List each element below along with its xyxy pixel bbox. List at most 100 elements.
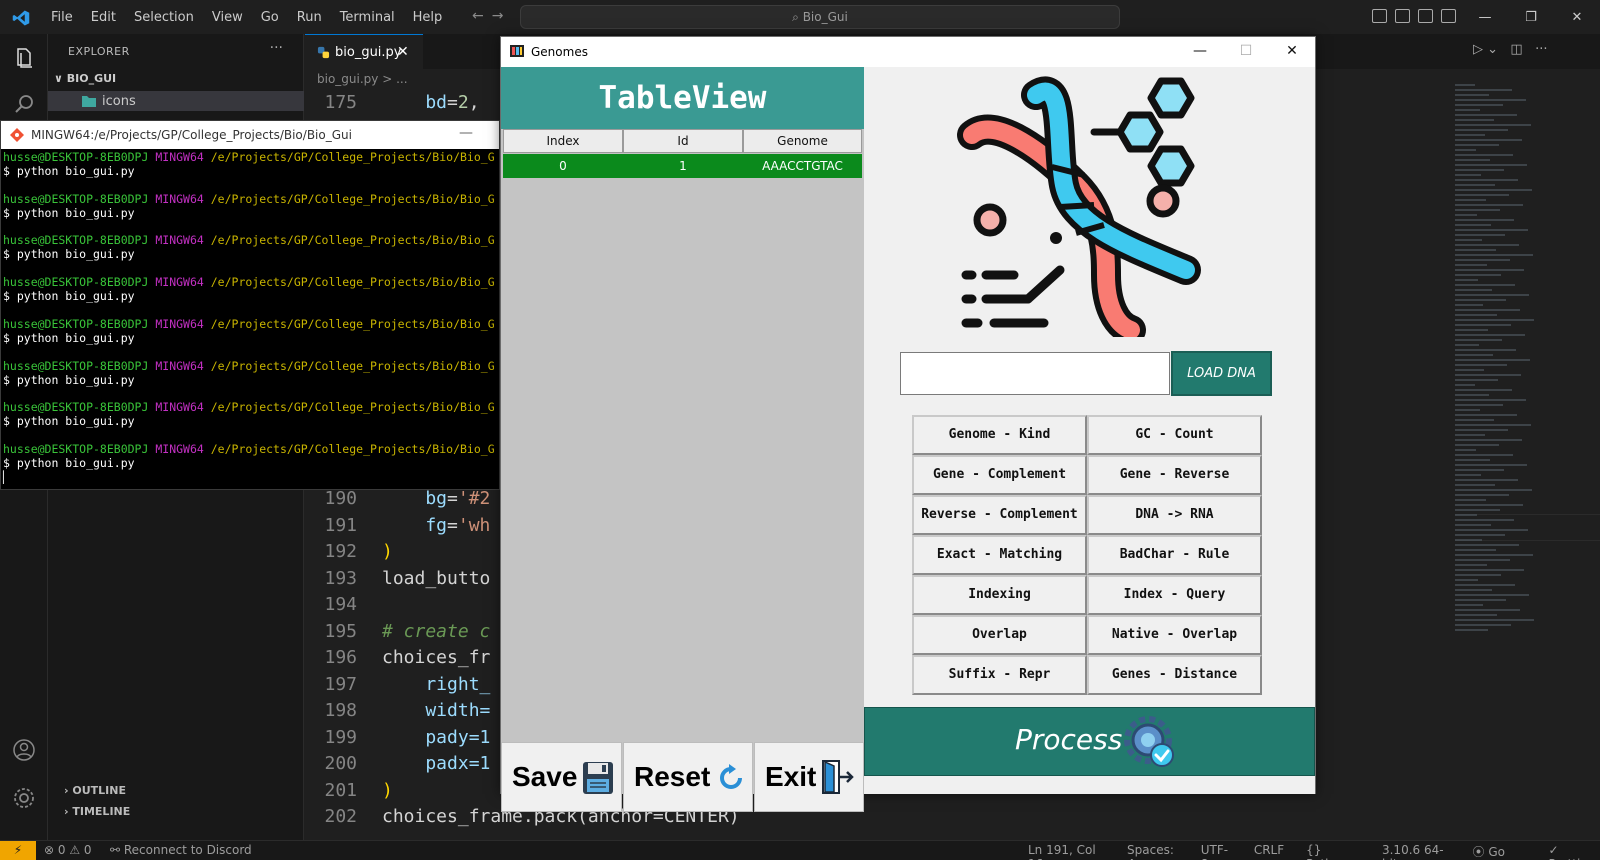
code-line: fg='wh (382, 515, 491, 536)
menu-selection[interactable]: Selection (125, 10, 203, 25)
op-reverse-complement-button[interactable]: Reverse - Complement (912, 495, 1087, 535)
command-center-search[interactable]: ⌕ Bio_Gui (520, 5, 1120, 29)
explorer-files-icon[interactable] (12, 46, 36, 70)
vscode-close-button[interactable]: ✕ (1554, 10, 1600, 25)
gear-icon[interactable] (12, 786, 36, 810)
close-button[interactable]: ✕ (1269, 37, 1315, 67)
cursor-position[interactable]: Ln 191, Col 16 (1028, 843, 1105, 860)
exit-button[interactable]: Exit (754, 742, 864, 812)
op-exact-matching-button[interactable]: Exact - Matching (912, 535, 1087, 575)
op-gene-reverse-button[interactable]: Gene - Reverse (1087, 455, 1262, 495)
op-gene-complement-button[interactable]: Gene - Complement (912, 455, 1087, 495)
minimap-line (1455, 239, 1482, 241)
language-mode[interactable]: {} Python (1306, 843, 1360, 860)
remote-indicator-icon[interactable]: ⚡ (0, 841, 36, 860)
vscode-minimize-button[interactable]: — (1462, 10, 1508, 25)
minimap-line (1455, 569, 1524, 571)
menu-terminal[interactable]: Terminal (331, 10, 404, 25)
python-interpreter[interactable]: 3.10.6 64-bit (1382, 843, 1451, 860)
op-suffix-repr-button[interactable]: Suffix - Repr (912, 655, 1087, 695)
op-genes-distance-button[interactable]: Genes - Distance (1087, 655, 1262, 695)
menu-edit[interactable]: Edit (82, 10, 125, 25)
tab-close-icon[interactable]: ✕ (397, 44, 409, 60)
save-button[interactable]: Save (501, 742, 622, 812)
app-icon (510, 45, 524, 57)
cell-index[interactable]: 0 (503, 154, 623, 178)
cell-genome[interactable]: AAACCTGTAC (743, 154, 862, 178)
op-index-query-button[interactable]: Index - Query (1087, 575, 1262, 615)
editor-actions[interactable]: ▷ ⌄ ◫ ··· (1473, 42, 1548, 57)
toggle-sidebar-icon[interactable] (1372, 9, 1387, 23)
dna-input-field[interactable] (900, 352, 1170, 395)
workspace-folder[interactable]: ∨ BIO_GUI (54, 72, 116, 85)
minimap-line (1455, 494, 1509, 496)
op-indexing-button[interactable]: Indexing (912, 575, 1087, 615)
minimap-line (1455, 174, 1481, 176)
minimize-button[interactable]: — (1177, 37, 1223, 67)
minimap-line (1455, 234, 1505, 236)
menu-view[interactable]: View (203, 10, 252, 25)
terminal-output[interactable]: husse@DESKTOP-8EB0DPJ MINGW64 /e/Project… (3, 150, 495, 485)
line-number: 194 (324, 594, 357, 615)
mintty-terminal-window[interactable]: MINGW64:/e/Projects/GP/College_Projects/… (0, 120, 500, 490)
toggle-panel-icon[interactable] (1395, 9, 1410, 23)
problems-status[interactable]: ⊗ 0 ⚠ 0 (44, 843, 92, 857)
timeline-section[interactable]: › TIMELINE (64, 805, 130, 818)
menu-help[interactable]: Help (404, 10, 452, 25)
op-dna-to-rna-button[interactable]: DNA -> RNA (1087, 495, 1262, 535)
search-icon[interactable] (12, 92, 36, 116)
tree-item-icons-folder[interactable]: icons (48, 91, 304, 111)
minimap-line (1455, 554, 1533, 556)
indentation[interactable]: Spaces: 4 (1127, 843, 1179, 860)
layout-controls[interactable] (1372, 9, 1456, 23)
minimap-line (1455, 189, 1532, 191)
tab-bio-gui[interactable]: bio_gui.py ✕ (305, 34, 423, 69)
minimap-line (1455, 159, 1490, 161)
column-header-id[interactable]: Id (623, 129, 743, 153)
minimap-line (1455, 609, 1520, 611)
op-genome-kind-button[interactable]: Genome - Kind (912, 415, 1087, 455)
account-icon[interactable] (12, 738, 36, 762)
column-header-genome[interactable]: Genome (743, 129, 862, 153)
op-gc-count-button[interactable]: GC - Count (1087, 415, 1262, 455)
go-live[interactable]: ⦿ Go Live (1473, 843, 1527, 860)
timeline-label: TIMELINE (72, 805, 131, 818)
encoding[interactable]: UTF-8 (1201, 843, 1232, 860)
customize-layout-icon[interactable] (1441, 9, 1456, 23)
minimap-line (1455, 89, 1512, 91)
minimap-line (1455, 319, 1534, 321)
minimap-line (1455, 194, 1509, 196)
line-endings[interactable]: CRLF (1254, 843, 1284, 860)
discord-status[interactable]: ⚯ Reconnect to Discord (110, 843, 252, 857)
minimap-line (1455, 524, 1491, 526)
menu-run[interactable]: Run (288, 10, 331, 25)
process-button[interactable]: Process (864, 707, 1315, 776)
breadcrumb[interactable]: bio_gui.py > ... (317, 72, 408, 86)
maximize-button[interactable]: ☐ (1223, 37, 1269, 67)
menu-go[interactable]: Go (252, 10, 288, 25)
prompt-user: husse@DESKTOP-8EB0DPJ (3, 400, 149, 415)
reset-button[interactable]: Reset (623, 742, 753, 812)
vscode-restore-button[interactable]: ❐ (1508, 10, 1554, 25)
minimap-line (1455, 209, 1500, 211)
cell-id[interactable]: 1 (623, 154, 743, 178)
minimap-line (1455, 539, 1482, 541)
op-overlap-button[interactable]: Overlap (912, 615, 1087, 655)
op-badchar-rule-button[interactable]: BadChar - Rule (1087, 535, 1262, 575)
minimap-line (1455, 449, 1476, 451)
line-number: 200 (324, 753, 357, 774)
outline-section[interactable]: › OUTLINE (64, 784, 126, 797)
terminal-minimize-button[interactable]: — (459, 125, 473, 141)
op-native-overlap-button[interactable]: Native - Overlap (1087, 615, 1262, 655)
explorer-more-button[interactable]: ··· (270, 40, 283, 56)
prompt-user: husse@DESKTOP-8EB0DPJ (3, 442, 149, 457)
vscode-menu-bar: File Edit Selection View Go Run Terminal… (42, 0, 451, 34)
load-dna-button[interactable]: LOAD DNA (1171, 351, 1272, 396)
nav-arrows[interactable]: ←→ (472, 8, 511, 24)
prettier-status[interactable]: ✓ Prettier (1549, 843, 1600, 860)
column-header-index[interactable]: Index (503, 129, 623, 153)
toggle-secondary-sidebar-icon[interactable] (1418, 9, 1433, 23)
menu-file[interactable]: File (42, 10, 82, 25)
minimap[interactable] (1455, 84, 1545, 684)
